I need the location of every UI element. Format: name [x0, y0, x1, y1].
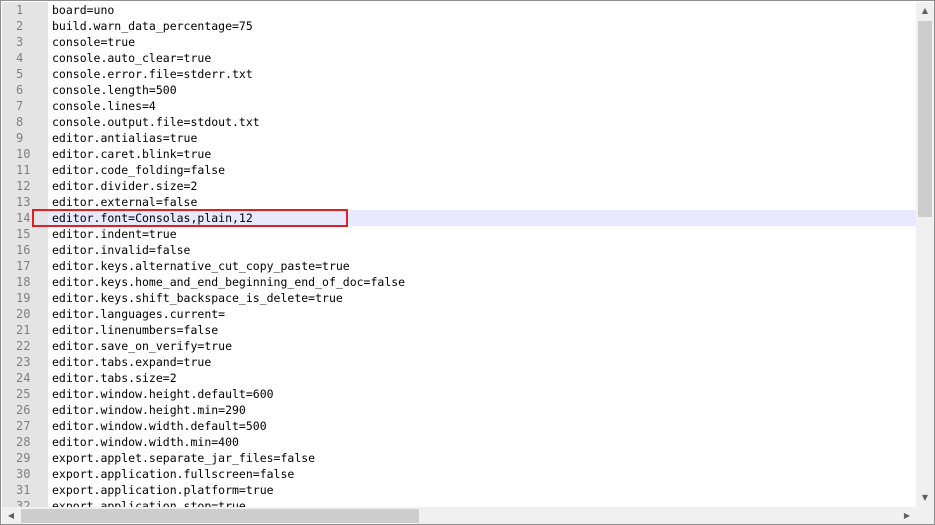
- code-line[interactable]: editor.indent=true: [48, 226, 916, 242]
- line-number: 18: [16, 275, 31, 289]
- line-number: 3: [16, 35, 24, 49]
- code-line[interactable]: editor.languages.current=: [48, 306, 916, 322]
- line-number: 22: [16, 339, 31, 353]
- text-editor[interactable]: 1 2 3 4 5 6 7 8 9 10 11 12 13 14 15 16 17 18 19 20 21 22 23 24 2…: [0, 0, 935, 525]
- line-number: 25: [16, 387, 31, 401]
- code-line[interactable]: editor.window.width.min=400: [48, 434, 916, 450]
- code-line[interactable]: editor.antialias=true: [48, 130, 916, 146]
- code-line[interactable]: export.application.platform=true: [48, 482, 916, 498]
- horizontal-scroll-thumb[interactable]: [21, 509, 419, 523]
- line-number: 10: [16, 147, 31, 161]
- line-number: 16: [16, 243, 31, 257]
- code-line[interactable]: build.warn_data_percentage=75: [48, 18, 916, 34]
- code-line[interactable]: editor.window.height.default=600: [48, 386, 916, 402]
- scroll-up-icon[interactable]: ▲: [916, 2, 934, 19]
- code-line[interactable]: console.length=500: [48, 82, 916, 98]
- code-line[interactable]: editor.save_on_verify=true: [48, 338, 916, 354]
- scroll-down-icon[interactable]: ▼: [916, 489, 934, 506]
- line-number: 12: [16, 179, 31, 193]
- code-line[interactable]: editor.linenumbers=false: [48, 322, 916, 338]
- code-line[interactable]: editor.caret.blink=true: [48, 146, 916, 162]
- line-number: 31: [16, 483, 31, 497]
- code-line[interactable]: export.application.fullscreen=false: [48, 466, 916, 482]
- line-number-gutter: 1 2 3 4 5 6 7 8 9 10 11 12 13 14 15 16 17 18 19 20 21 22 23 24 2…: [2, 2, 48, 507]
- code-line[interactable]: console.error.file=stderr.txt: [48, 66, 916, 82]
- line-number: 24: [16, 371, 31, 385]
- code-line[interactable]: editor.font=Consolas,plain,12: [48, 210, 916, 226]
- text-area[interactable]: board=uno build.warn_data_percentage=75 co…: [48, 2, 916, 507]
- line-number: 28: [16, 435, 31, 449]
- code-line[interactable]: editor.invalid=false: [48, 242, 916, 258]
- code-line[interactable]: editor.tabs.expand=true: [48, 354, 916, 370]
- line-number: 20: [16, 307, 31, 321]
- line-number: 11: [16, 163, 31, 177]
- vertical-scrollbar[interactable]: ▲ ▼: [916, 2, 934, 507]
- line-number: 19: [16, 291, 31, 305]
- code-line[interactable]: editor.external=false: [48, 194, 916, 210]
- horizontal-scrollbar[interactable]: ◀ ▶: [2, 507, 916, 524]
- code-line[interactable]: console.lines=4: [48, 98, 916, 114]
- code-line[interactable]: editor.keys.shift_backspace_is_delete=tr…: [48, 290, 916, 306]
- line-number: 5: [16, 67, 24, 81]
- code-line[interactable]: export.applet.separate_jar_files=false: [48, 450, 916, 466]
- scroll-left-icon[interactable]: ◀: [2, 507, 20, 524]
- code-line[interactable]: editor.window.width.default=500: [48, 418, 916, 434]
- line-number: 21: [16, 323, 31, 337]
- line-number: 26: [16, 403, 31, 417]
- line-number: 23: [16, 355, 31, 369]
- code-line[interactable]: editor.divider.size=2: [48, 178, 916, 194]
- code-line[interactable]: editor.tabs.size=2: [48, 370, 916, 386]
- line-number: 30: [16, 467, 31, 481]
- scroll-right-icon[interactable]: ▶: [898, 507, 916, 524]
- line-number: 15: [16, 227, 31, 241]
- line-number: 27: [16, 419, 31, 433]
- code-line[interactable]: console.output.file=stdout.txt: [48, 114, 916, 130]
- scrollbar-corner: [916, 507, 934, 524]
- line-number: 14: [16, 211, 31, 225]
- code-line[interactable]: editor.window.height.min=290: [48, 402, 916, 418]
- line-number: 2: [16, 19, 24, 33]
- code-line[interactable]: console=true: [48, 34, 916, 50]
- line-number: 6: [16, 83, 24, 97]
- vertical-scroll-thumb[interactable]: [918, 21, 932, 217]
- code-line[interactable]: editor.keys.home_and_end_beginning_end_o…: [48, 274, 916, 290]
- line-number: 8: [16, 115, 24, 129]
- code-line[interactable]: board=uno: [48, 2, 916, 18]
- line-number: 9: [16, 131, 24, 145]
- code-line[interactable]: console.auto_clear=true: [48, 50, 916, 66]
- code-line[interactable]: editor.code_folding=false: [48, 162, 916, 178]
- code-line[interactable]: export.application.stop=true: [48, 498, 916, 507]
- line-number: 32: [16, 499, 31, 507]
- line-number: 29: [16, 451, 31, 465]
- line-number: 17: [16, 259, 31, 273]
- code-line[interactable]: editor.keys.alternative_cut_copy_paste=t…: [48, 258, 916, 274]
- line-number: 4: [16, 51, 24, 65]
- line-number: 7: [16, 99, 24, 113]
- line-number: 1: [16, 3, 24, 17]
- line-number: 13: [16, 195, 31, 209]
